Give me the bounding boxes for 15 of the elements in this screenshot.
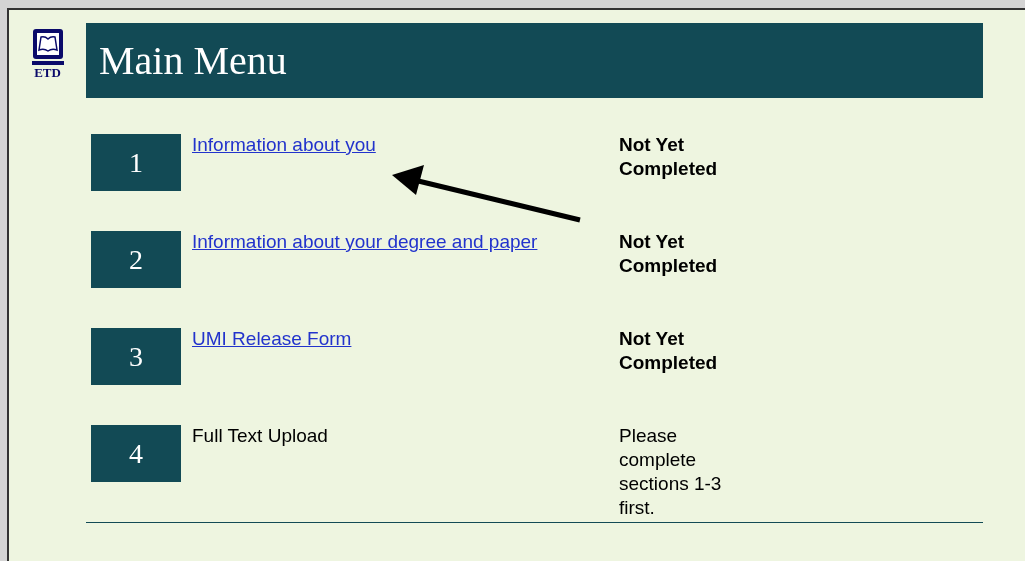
section-link[interactable]: Information about your degree and paper [192,231,538,252]
section-link[interactable]: Information about you [192,134,376,155]
section-link[interactable]: UMI Release Form [192,328,352,349]
step-number: 1 [91,134,181,191]
step-number: 4 [91,425,181,482]
status-text: Not Yet Completed [619,134,718,179]
status-text: Not Yet Completed [619,231,718,276]
step-number: 2 [91,231,181,288]
book-monitor-icon [30,28,65,66]
section-label: Full Text Upload [192,425,328,446]
status-text: Please complete sections 1-3 first. [619,425,722,518]
logo-text: ETD [34,66,61,79]
status-text: Not Yet Completed [619,328,718,373]
page-title: Main Menu [99,36,287,85]
step-number: 3 [91,328,181,385]
